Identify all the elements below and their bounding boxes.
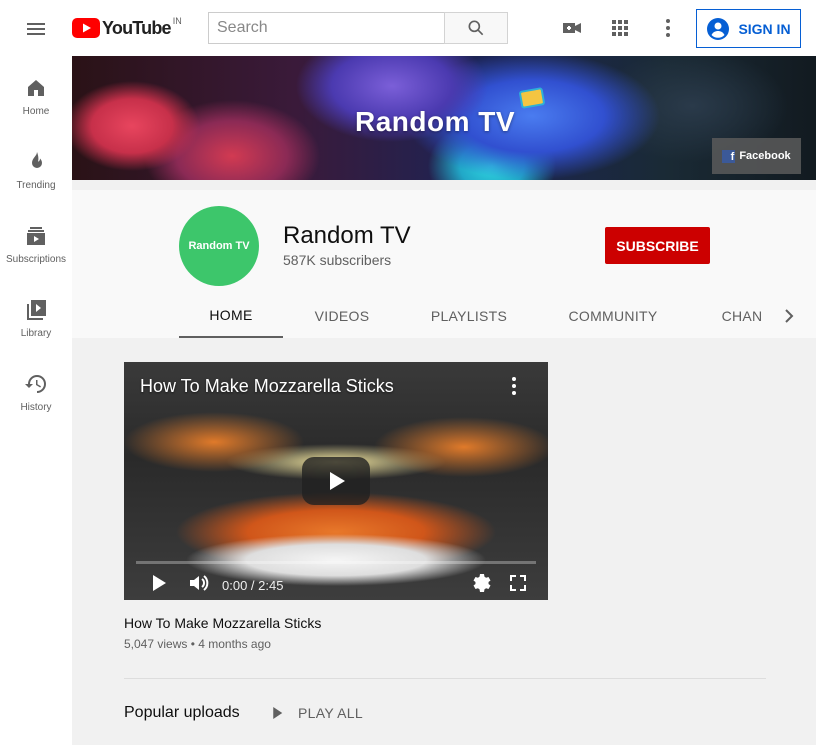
- avatar-text: Random TV: [188, 240, 250, 252]
- sidebar-item-home[interactable]: Home: [0, 56, 72, 130]
- sidebar-item-trending[interactable]: Trending: [0, 130, 72, 204]
- history-icon: [25, 375, 46, 393]
- banner-title: Random TV: [355, 106, 516, 137]
- logo-country-code: IN: [172, 16, 182, 26]
- video-player[interactable]: How To Make Mozzarella Sticks 0:00 / 2:4…: [124, 362, 548, 600]
- sidebar-item-label: Subscriptions: [5, 254, 67, 265]
- subscriber-count: 587K subscribers: [283, 252, 392, 268]
- search-icon: [468, 20, 484, 36]
- play-button[interactable]: [302, 457, 370, 505]
- account-icon: [707, 17, 730, 40]
- youtube-logo[interactable]: YouTube IN: [72, 16, 182, 39]
- channel-banner: Random TV f Facebook: [72, 56, 816, 180]
- channel-tabs: HOME VIDEOS PLAYLISTS COMMUNITY CHAN: [72, 294, 816, 338]
- video-title[interactable]: How To Make Mozzarella Sticks: [124, 615, 321, 631]
- popular-uploads-heading: Popular uploads: [124, 704, 240, 721]
- sidebar-item-history[interactable]: History: [0, 352, 72, 426]
- channel-name: Random TV: [283, 222, 411, 249]
- tab-channels[interactable]: CHAN: [718, 294, 766, 338]
- sidebar: Home Trending Subscriptions Library Hist…: [0, 56, 72, 745]
- section-divider: [124, 678, 766, 679]
- video-overlay-title[interactable]: How To Make Mozzarella Sticks: [140, 376, 394, 397]
- tab-community[interactable]: COMMUNITY: [558, 294, 668, 338]
- play-all-label: PLAY ALL: [298, 705, 363, 721]
- tab-playlists[interactable]: PLAYLISTS: [417, 294, 521, 338]
- volume-icon[interactable]: [187, 571, 211, 595]
- player-controls: 0:00 / 2:45: [124, 566, 548, 600]
- tab-home[interactable]: HOME: [179, 294, 283, 338]
- channel-avatar[interactable]: Random TV: [179, 206, 259, 286]
- progress-bar[interactable]: [136, 561, 536, 564]
- play-all-button[interactable]: PLAY ALL: [268, 702, 363, 724]
- chevron-right-icon[interactable]: [777, 304, 801, 328]
- sidebar-item-label: Home: [22, 106, 50, 117]
- facebook-icon: f: [722, 149, 736, 163]
- logo-text: YouTube: [102, 17, 172, 38]
- menu-icon[interactable]: [24, 17, 48, 41]
- sidebar-item-label: History: [20, 402, 52, 413]
- time-display: 0:00 / 2:45: [222, 578, 284, 593]
- top-bar: YouTube IN SIGN IN: [0, 0, 816, 56]
- facebook-link-label: Facebook: [739, 150, 791, 162]
- library-icon: [27, 300, 46, 320]
- search-button[interactable]: [444, 12, 508, 44]
- settings-gear-icon[interactable]: [470, 571, 494, 595]
- apps-grid-icon[interactable]: [608, 16, 632, 40]
- sidebar-item-label: Library: [20, 328, 52, 339]
- sidebar-item-library[interactable]: Library: [0, 278, 72, 352]
- more-vert-icon[interactable]: [656, 16, 680, 40]
- home-icon: [28, 80, 44, 96]
- tab-videos[interactable]: VIDEOS: [300, 294, 384, 338]
- play-all-icon: [273, 707, 283, 719]
- channel-header: Random TV Random TV 587K subscribers SUB…: [72, 190, 816, 338]
- tv-icon: [518, 87, 546, 109]
- sidebar-item-label: Trending: [16, 180, 56, 191]
- video-meta: 5,047 views • 4 months ago: [124, 637, 271, 651]
- create-video-icon[interactable]: [560, 16, 584, 40]
- play-icon: [330, 472, 345, 490]
- subscribe-button[interactable]: SUBSCRIBE: [605, 227, 710, 264]
- sign-in-label: SIGN IN: [738, 20, 791, 37]
- fullscreen-icon[interactable]: [506, 571, 530, 595]
- sidebar-item-subscriptions[interactable]: Subscriptions: [0, 204, 72, 278]
- video-more-icon[interactable]: [502, 374, 526, 398]
- youtube-logo-icon: [72, 18, 100, 38]
- facebook-link[interactable]: f Facebook: [712, 138, 801, 174]
- trending-icon: [32, 152, 42, 168]
- search-bar: [208, 12, 508, 44]
- sign-in-button[interactable]: SIGN IN: [696, 9, 801, 48]
- subscriptions-icon: [27, 227, 45, 245]
- play-control-icon[interactable]: [146, 571, 170, 595]
- search-input[interactable]: [208, 12, 444, 44]
